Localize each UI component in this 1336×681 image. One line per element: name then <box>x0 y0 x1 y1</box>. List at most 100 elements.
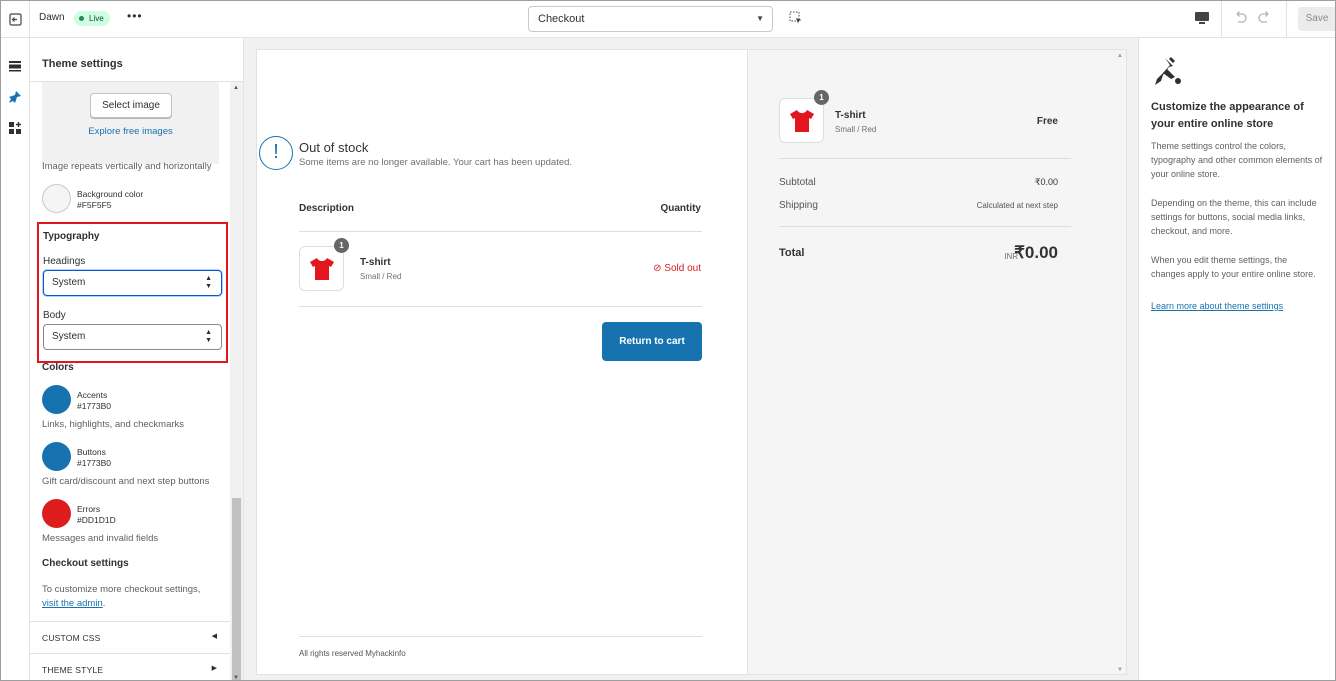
summary-item-variant: Small / Red <box>835 125 877 134</box>
headings-font-select[interactable]: System ▲ ▼ <box>43 270 222 296</box>
divider <box>779 226 1071 227</box>
sidebar-scrollbar[interactable]: ▲ ▼ <box>230 82 243 680</box>
quantity-header: Quantity <box>660 203 701 214</box>
total-label: Total <box>779 247 805 259</box>
theme-settings-button[interactable] <box>3 86 27 108</box>
theme-style-section[interactable]: THEME STYLE ▶ <box>30 653 231 680</box>
image-repeat-note: Image repeats vertically and horizontall… <box>42 161 212 172</box>
chevron-left-icon: ◀ <box>211 633 217 640</box>
select-image-button[interactable]: Select image <box>90 93 172 118</box>
inspect-icon <box>789 11 802 24</box>
desktop-icon <box>1195 12 1209 24</box>
accents-color-hex: #1773B0 <box>77 401 112 411</box>
buttons-color-setting[interactable]: Buttons #1773B0 <box>42 442 222 472</box>
return-to-cart-button[interactable]: Return to cart <box>602 322 702 361</box>
divider <box>1221 1 1222 37</box>
explore-free-images-link[interactable]: Explore free images <box>42 126 219 137</box>
select-arrows-icon: ▲ ▼ <box>205 275 212 290</box>
sidebar-title: Theme settings <box>42 58 123 70</box>
exit-icon <box>8 12 22 26</box>
out-of-stock-subtitle: Some items are no longer available. Your… <box>299 157 573 168</box>
tshirt-icon <box>790 110 814 132</box>
preview-scrollbar[interactable]: ▲ ▼ <box>1114 50 1126 674</box>
checkout-settings-title: Checkout settings <box>42 558 129 569</box>
accents-color-swatch[interactable] <box>42 385 71 414</box>
app-blocks-button[interactable] <box>3 117 27 139</box>
chevron-down-icon: ▼ <box>756 14 764 23</box>
summary-quantity-badge: 1 <box>814 90 829 105</box>
headings-label: Headings <box>43 256 86 267</box>
exit-button[interactable] <box>1 1 30 37</box>
errors-color-swatch[interactable] <box>42 499 71 528</box>
visit-admin-link[interactable]: visit the admin <box>42 598 103 609</box>
checkout-preview: ! Out of stock Some items are no longer … <box>256 49 1127 675</box>
info-title: Customize the appearance of your entire … <box>1151 101 1304 130</box>
page-selector[interactable]: Checkout ▼ <box>528 6 773 32</box>
redo-icon <box>1258 11 1269 23</box>
theme-settings-sidebar: Theme settings Select image Explore free… <box>30 38 244 680</box>
shipping-value: Calculated at next step <box>976 201 1058 210</box>
accents-color-label: Accents <box>77 390 108 400</box>
more-actions-button[interactable]: ••• <box>127 9 143 23</box>
colors-title: Colors <box>42 362 74 373</box>
item-name: T-shirt <box>360 257 391 268</box>
errors-color-label: Errors <box>77 504 101 514</box>
total-value: ₹0.00 <box>1014 243 1058 262</box>
checkout-settings-note: To customize more checkout settings, <box>42 584 201 595</box>
accents-color-setting[interactable]: Accents #1773B0 <box>42 385 222 415</box>
scroll-up-icon[interactable]: ▲ <box>1117 53 1123 59</box>
app-blocks-icon <box>9 122 21 134</box>
redo-button[interactable] <box>1257 10 1273 31</box>
typography-highlight: Typography Headings System ▲ ▼ Body Syste… <box>37 222 228 363</box>
live-badge: Live <box>74 11 110 26</box>
sold-out-icon: ⊘ <box>653 263 662 274</box>
item-variant: Small / Red <box>360 272 402 281</box>
errors-color-hex: #DD1D1D <box>77 515 116 525</box>
quantity-badge: 1 <box>334 238 349 253</box>
custom-css-section[interactable]: CUSTOM CSS ◀ <box>30 621 231 653</box>
theme-editor: Dawn Live ••• Checkout ▼ Save Theme sett… <box>0 0 1336 681</box>
errors-description: Messages and invalid fields <box>42 533 159 544</box>
background-color-setting[interactable]: Background color #F5F5F5 <box>42 184 222 214</box>
buttons-color-label: Buttons <box>77 447 106 457</box>
inspector-button[interactable] <box>789 11 803 30</box>
theme-name: Dawn <box>39 12 65 23</box>
preview-device-button[interactable] <box>1194 11 1210 30</box>
out-of-stock-title: Out of stock <box>299 140 369 155</box>
info-paragraph-3: When you edit theme settings, the change… <box>1151 255 1316 279</box>
theme-style-label: THEME STYLE <box>42 665 104 675</box>
errors-color-setting[interactable]: Errors #DD1D1D <box>42 499 222 529</box>
scrollbar-thumb[interactable] <box>232 498 241 680</box>
divider <box>299 636 702 637</box>
scroll-down-icon[interactable]: ▼ <box>233 675 239 680</box>
buttons-color-swatch[interactable] <box>42 442 71 471</box>
divider <box>299 306 702 307</box>
left-rail <box>1 38 30 680</box>
undo-button[interactable] <box>1232 10 1248 31</box>
page-selector-value: Checkout <box>538 13 585 25</box>
product-thumbnail <box>299 246 344 291</box>
body-font-select[interactable]: System ▲ ▼ <box>43 324 222 350</box>
buttons-color-hex: #1773B0 <box>77 458 112 468</box>
checkout-main: ! Out of stock Some items are no longer … <box>257 50 748 674</box>
subtotal-label: Subtotal <box>779 177 816 188</box>
divider <box>779 158 1071 159</box>
info-paragraph-1: Theme settings control the colors, typog… <box>1151 141 1323 179</box>
checkout-settings-text: To customize more checkout settings, vis… <box>42 583 222 611</box>
background-image-picker: Select image Explore free images <box>42 82 219 164</box>
buttons-description: Gift card/discount and next step buttons <box>42 476 210 487</box>
summary-product-thumbnail <box>779 98 824 143</box>
scroll-up-icon[interactable]: ▲ <box>233 85 239 91</box>
sections-button[interactable] <box>3 55 27 77</box>
sidebar-header: Theme settings <box>30 38 243 82</box>
period: . <box>102 598 106 609</box>
top-bar: Dawn Live ••• Checkout ▼ Save <box>1 1 1335 38</box>
background-color-hex: #F5F5F5 <box>77 200 112 210</box>
background-color-swatch[interactable] <box>42 184 71 213</box>
background-color-label: Background color <box>77 189 144 199</box>
save-button[interactable]: Save <box>1298 7 1335 31</box>
learn-more-link[interactable]: Learn more about theme settings <box>1151 301 1283 311</box>
scroll-down-icon[interactable]: ▼ <box>1117 667 1123 673</box>
body-font-value: System <box>52 331 86 342</box>
body-label: Body <box>43 310 66 321</box>
